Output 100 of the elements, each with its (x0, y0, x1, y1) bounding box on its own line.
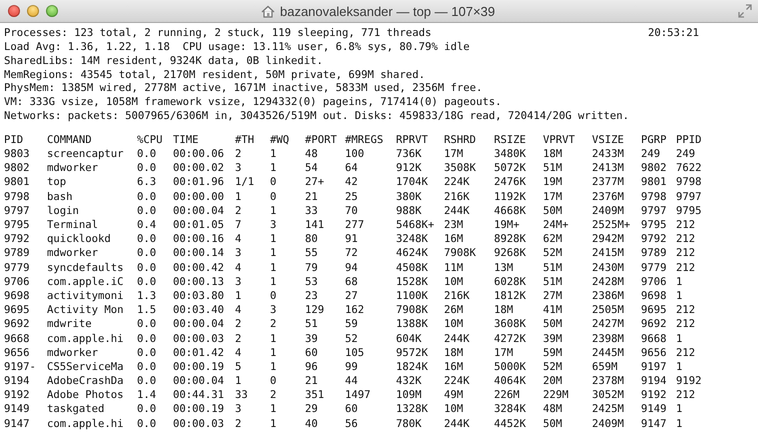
table-cell-text: 0 (270, 374, 278, 388)
table-cell-text: 99 (345, 360, 359, 374)
table-cell-text: 2476K (494, 175, 527, 190)
table-cell-text: 9797 (641, 204, 668, 218)
column-header: VPRVT (543, 132, 576, 148)
table-cell-text: 9797 (4, 204, 31, 218)
table-cell-text: 2525M+ (592, 218, 632, 232)
table-cell-text: 27+ (305, 175, 326, 190)
table-cell-text: 00:00.02 (173, 161, 226, 176)
table-cell-text: 60 (305, 346, 319, 360)
table-cell-text: 212 (676, 232, 696, 246)
table-cell-text: 64 (345, 161, 359, 176)
fullscreen-icon[interactable] (738, 4, 752, 18)
table-cell-text: 60 (345, 402, 359, 417)
table-cell-text: 72 (345, 246, 359, 261)
table-cell-text: 2 (235, 416, 242, 431)
table-cell-text: 2 (235, 317, 242, 332)
table-cell-text: 162 (345, 303, 366, 318)
table-cell-text: 00:01.96 (173, 175, 226, 190)
table-cell-text: bash (47, 190, 74, 204)
table-cell-text: 00:03.40 (173, 303, 226, 318)
table-cell-text: 1 (676, 274, 684, 289)
table-cell-text: 9789 (641, 246, 668, 261)
table-cell-text: 1 (270, 274, 278, 289)
table-cell-text: 1 (270, 147, 278, 162)
table-cell-text: 1 (235, 190, 242, 204)
zoom-button[interactable] (46, 5, 58, 17)
table-cell-text: 4 (235, 232, 242, 246)
table-cell-text: 56 (345, 416, 359, 431)
table-cell-text: 249 (641, 147, 662, 162)
table-cell-text: 79 (305, 260, 319, 275)
table-cell-text: 0.0 (137, 346, 158, 360)
table-cell-text: syncdefaults (47, 260, 125, 275)
table-cell-text: 9147 (641, 416, 668, 431)
table-cell-text: 25 (345, 190, 359, 204)
status-line: Processes: 123 total, 2 running, 2 stuck, 119 sleeping, 771 threads (4, 27, 432, 41)
table-cell-text: 2 (235, 147, 242, 162)
status-line: MemRegions: 43545 total, 2170M resident, 50M private, 699M shared. (4, 68, 425, 81)
table-cell-text: 1497 (345, 388, 372, 402)
table-cell-text: 4452K (494, 416, 527, 431)
table-cell-text: 9792 (4, 232, 31, 246)
table-cell-text: 9149 (4, 402, 31, 417)
table-cell-text: 9802 (4, 161, 31, 176)
table-cell-text: quicklookd (47, 232, 112, 246)
table-cell-text: 3480K (494, 147, 527, 162)
close-button[interactable] (8, 5, 20, 17)
table-cell-text: 55 (305, 246, 319, 261)
table-cell-text: 0.0 (137, 190, 158, 204)
table-cell-text: 00:03.80 (173, 288, 226, 304)
table-cell-text: 780K (396, 416, 423, 431)
table-cell-text: 2445M (592, 346, 625, 360)
table-cell-text: 4668K (494, 204, 527, 218)
table-cell-text: 00:00.19 (173, 360, 226, 374)
table-cell-text: 9795 (676, 204, 703, 218)
table-cell-text: 00:44.31 (173, 388, 226, 402)
table-cell-text: 3 (235, 402, 242, 417)
table-cell-text: mdwrite (47, 317, 93, 332)
table-cell-text: 9706 (4, 274, 31, 289)
column-header: VSIZE (592, 132, 625, 148)
table-cell-text: 1528K (396, 274, 429, 289)
table-cell-text: 9789 (4, 246, 31, 261)
table-cell-text: 4 (235, 346, 242, 360)
table-cell-text: CS5ServiceMa (47, 360, 125, 374)
table-cell-text: 2942M (592, 232, 625, 246)
table-cell-text: 2430M (592, 260, 625, 275)
table-cell-text: 1/1 (235, 175, 256, 190)
table-cell-text: 3 (270, 303, 278, 318)
table-cell-text: 109M (396, 388, 423, 402)
table-cell-text: 0.0 (137, 332, 158, 346)
table-cell-text: 1 (270, 232, 278, 246)
table-cell-text: 7908K (396, 303, 429, 318)
table-cell-text: 2505M (592, 303, 625, 318)
minimize-button[interactable] (27, 5, 39, 17)
table-cell-text: 48 (305, 147, 319, 162)
table-cell-text: 0.0 (137, 147, 158, 162)
table-cell-text: com.apple.hi (47, 332, 125, 346)
table-cell-text: top (47, 175, 68, 190)
column-header: RSHRD (444, 132, 477, 148)
table-cell-text: 9798 (641, 190, 668, 204)
status-line: Load Avg: 1.36, 1.22, 1.18 CPU usage: 13.11% user, 6.8% sys, 80.79% idle (4, 40, 470, 53)
table-cell-text: 212 (676, 260, 696, 275)
table-cell-text: 4624K (396, 246, 429, 261)
table-cell-text: 1 (676, 416, 684, 431)
table-cell-text: 226M (494, 388, 521, 402)
table-cell-text: 0 (270, 175, 278, 190)
table-cell-text: 2409M (592, 416, 625, 431)
table-cell-text: 2409M (592, 204, 625, 218)
table-cell-text: 00:00.00 (173, 190, 226, 204)
column-header: #WQ (270, 132, 290, 148)
table-cell-text: 19M (543, 175, 564, 190)
table-cell-text: 2425M (592, 402, 625, 417)
table-cell-text: 1388K (396, 317, 429, 332)
column-header: PID (4, 132, 24, 148)
table-cell-text: com.apple.hi (47, 416, 125, 431)
table-cell-text: 41M (543, 303, 564, 318)
table-cell-text: 216K (444, 190, 471, 204)
table-cell-text: 00:00.04 (173, 374, 226, 388)
table-cell-text: 2413M (592, 161, 625, 176)
table-cell-text: 0.0 (137, 416, 158, 431)
table-cell-text: 10M (444, 274, 464, 289)
